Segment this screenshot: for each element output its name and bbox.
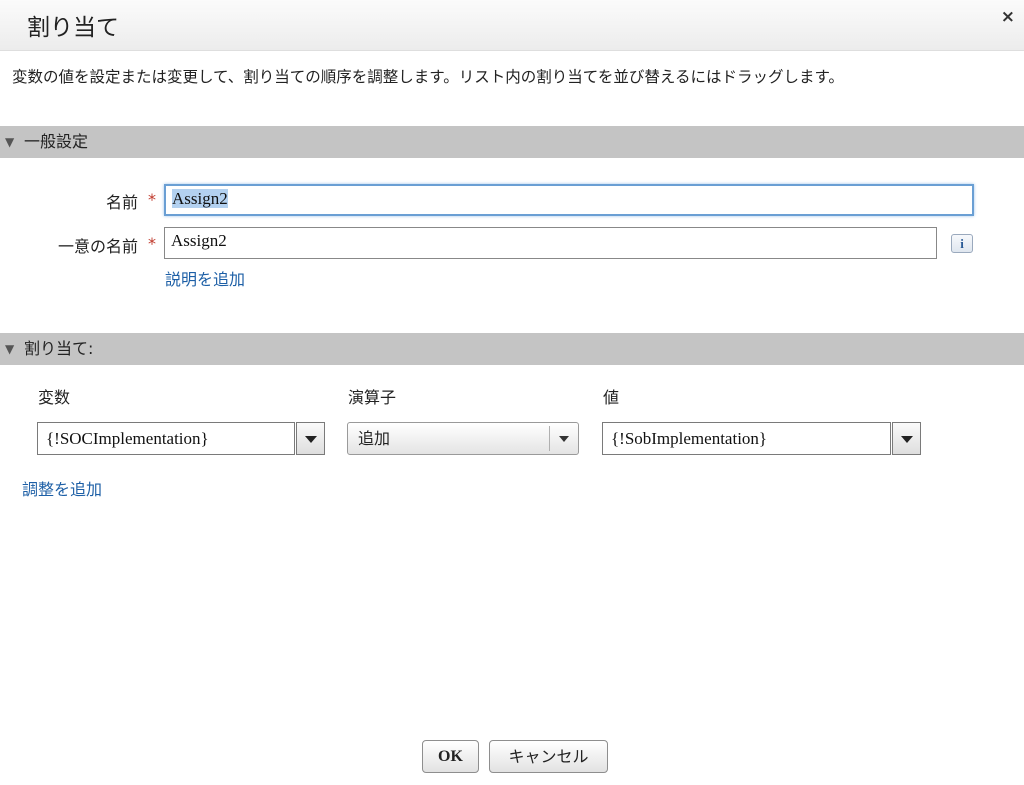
select-divider bbox=[549, 426, 550, 451]
name-input[interactable]: Assign2 bbox=[164, 184, 974, 216]
dialog-description: 変数の値を設定または変更して、割り当ての順序を調整します。リスト内の割り当てを並… bbox=[12, 68, 844, 86]
value-dropdown-button[interactable] bbox=[892, 422, 921, 455]
dialog-title-bar: 割り当て × bbox=[0, 0, 1024, 51]
collapse-triangle-icon[interactable]: ▼ bbox=[5, 126, 14, 158]
name-label: 名前 bbox=[105, 193, 138, 212]
unique-name-label: 一意の名前 bbox=[57, 237, 138, 256]
name-input-value: Assign2 bbox=[172, 189, 228, 208]
add-description-link[interactable]: 説明を追加 bbox=[165, 266, 245, 290]
chevron-down-icon bbox=[305, 436, 317, 443]
close-icon[interactable]: × bbox=[1001, 7, 1015, 27]
column-header-value: 値 bbox=[603, 388, 620, 407]
section-assignments-title: 割り当て: bbox=[24, 339, 94, 358]
add-row-link[interactable]: 調整を追加 bbox=[22, 476, 102, 500]
unique-name-input-value: Assign2 bbox=[171, 231, 227, 250]
operator-select-value: 追加 bbox=[358, 429, 391, 448]
variable-combobox-input[interactable]: {!SOCImplementation} bbox=[37, 422, 295, 455]
dialog-title: 割り当て bbox=[27, 15, 119, 41]
ok-button[interactable]: OK bbox=[422, 740, 479, 773]
chevron-down-icon bbox=[901, 436, 913, 443]
section-assignments[interactable]: ▼ 割り当て: bbox=[0, 333, 1024, 365]
column-header-variable: 変数 bbox=[38, 388, 71, 407]
required-mark: * bbox=[148, 234, 156, 253]
section-general[interactable]: ▼ 一般設定 bbox=[0, 126, 1024, 158]
variable-dropdown-button[interactable] bbox=[296, 422, 325, 455]
section-general-title: 一般設定 bbox=[24, 132, 89, 151]
collapse-triangle-icon[interactable]: ▼ bbox=[5, 333, 14, 365]
cancel-button[interactable]: キャンセル bbox=[489, 740, 608, 773]
operator-select[interactable]: 追加 bbox=[347, 422, 579, 455]
chevron-down-icon bbox=[559, 436, 569, 442]
required-mark: * bbox=[148, 190, 156, 209]
value-combobox-input[interactable]: {!SobImplementation} bbox=[602, 422, 891, 455]
info-icon[interactable]: i bbox=[951, 234, 973, 253]
column-header-operator: 演算子 bbox=[348, 388, 397, 407]
unique-name-input[interactable]: Assign2 bbox=[164, 227, 937, 259]
